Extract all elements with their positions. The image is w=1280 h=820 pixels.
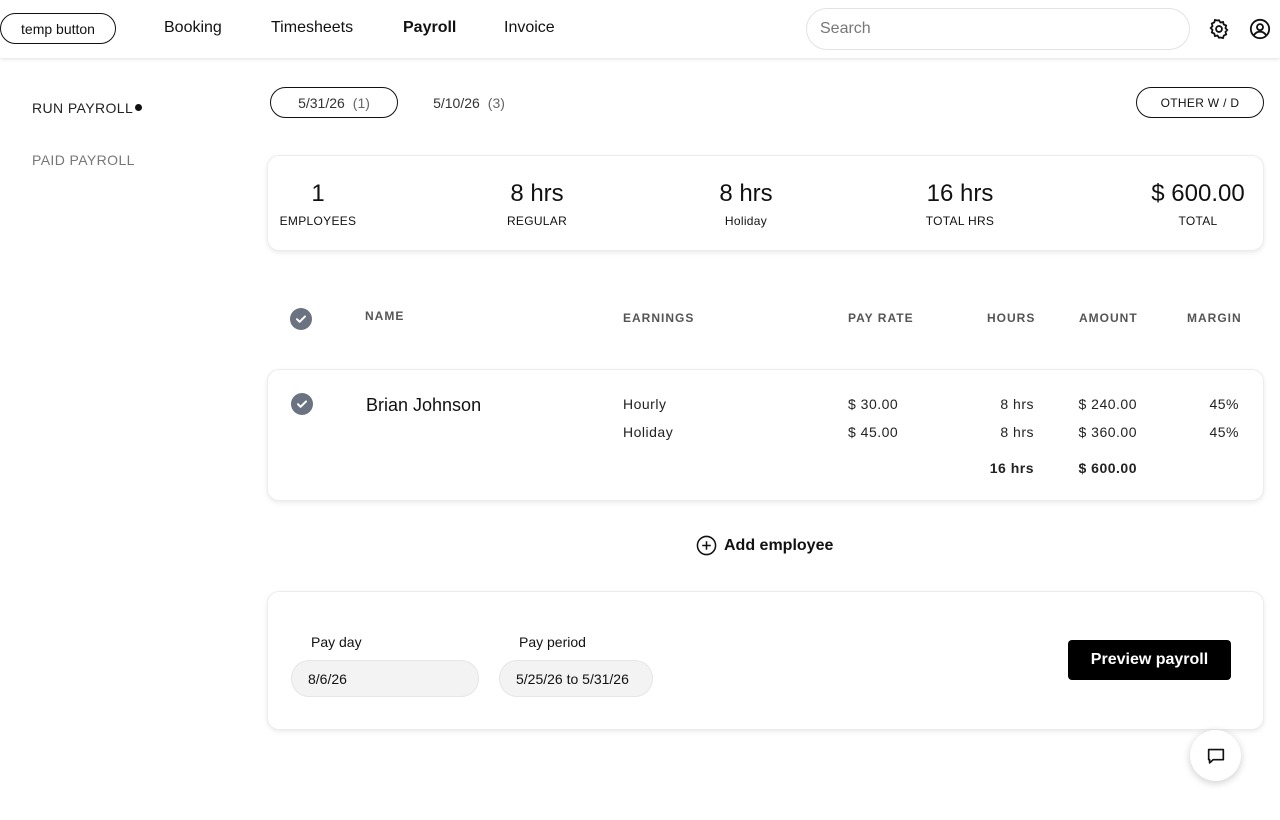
stat-holiday: 8 hrs Holiday — [719, 180, 772, 228]
user-circle-icon[interactable] — [1248, 17, 1272, 41]
header-name: NAME — [365, 309, 405, 323]
active-indicator-dot — [135, 104, 142, 111]
pay-period-field[interactable]: 5/25/26 to 5/31/26 — [499, 660, 653, 697]
pay-period-label: Pay period — [519, 634, 586, 650]
stat-employees: 1 EMPLOYEES — [280, 180, 357, 228]
nav-booking[interactable]: Booking — [164, 19, 222, 37]
date-tab-date: 5/31/26 — [298, 94, 345, 111]
stat-value: 1 — [311, 180, 325, 207]
hours: 8 hrs — [1000, 424, 1034, 440]
employee-name[interactable]: Brian Johnson — [366, 395, 481, 416]
nav-payroll[interactable]: Payroll — [403, 19, 456, 37]
date-tab-5-31-26[interactable]: 5/31/26 (1) — [270, 87, 398, 118]
total-amount: $ 600.00 — [1078, 460, 1137, 476]
amount: $ 360.00 — [1078, 424, 1137, 440]
pay-day-label: Pay day — [311, 634, 362, 650]
select-all-checkbox[interactable] — [290, 308, 312, 330]
row-checkbox[interactable] — [291, 393, 313, 415]
chat-icon — [1207, 748, 1224, 764]
pay-rate: $ 30.00 — [848, 396, 899, 412]
date-tab-date: 5/10/26 — [433, 94, 480, 111]
header-pay-rate: PAY RATE — [848, 311, 914, 325]
stat-total-hrs: 16 hrs TOTAL HRS — [926, 180, 995, 228]
header-margin: MARGIN — [1187, 311, 1242, 325]
stat-label: REGULAR — [506, 214, 568, 228]
chat-button[interactable] — [1190, 730, 1241, 781]
plus-circle-icon — [696, 535, 717, 556]
total-hours: 16 hrs — [989, 460, 1034, 476]
stat-value: 8 hrs — [719, 180, 773, 207]
nav-timesheets[interactable]: Timesheets — [271, 19, 353, 37]
margin: 45% — [1209, 424, 1239, 440]
sidebar-item-run-payroll[interactable]: RUN PAYROLL — [32, 100, 133, 116]
hours: 8 hrs — [1000, 396, 1034, 412]
search-input[interactable] — [806, 8, 1190, 50]
sidebar-item-paid-payroll[interactable]: PAID PAYROLL — [32, 152, 135, 168]
stat-label: TOTAL HRS — [925, 214, 995, 228]
stat-value: 16 hrs — [926, 180, 994, 207]
check-icon — [297, 400, 307, 408]
date-tab-5-10-26[interactable]: 5/10/26 (3) — [424, 87, 514, 118]
header-amount: AMOUNT — [1079, 311, 1138, 325]
check-icon — [296, 315, 306, 323]
add-employee-label: Add employee — [724, 536, 834, 554]
stat-label: TOTAL — [1178, 214, 1218, 228]
date-tab-count: (3) — [487, 94, 505, 111]
header-earnings: EARNINGS — [623, 311, 695, 325]
stat-value: $ 600.00 — [1151, 180, 1245, 207]
earning-type: Holiday — [623, 424, 674, 440]
stat-label: Holiday — [724, 214, 768, 228]
stat-total: $ 600.00 TOTAL — [1151, 180, 1244, 228]
summary-card: 1 EMPLOYEES 8 hrs REGULAR 8 hrs Holiday … — [267, 155, 1264, 251]
header-hours: HOURS — [987, 311, 1036, 325]
add-employee-button[interactable]: Add employee — [696, 535, 833, 556]
date-tab-count: (1) — [352, 94, 370, 111]
temp-button[interactable]: temp button — [0, 13, 116, 44]
preview-payroll-button[interactable]: Preview payroll — [1068, 640, 1231, 680]
top-navbar: temp button Booking Timesheets Payroll I… — [0, 0, 1280, 58]
pay-rate: $ 45.00 — [848, 424, 899, 440]
margin: 45% — [1209, 396, 1239, 412]
stat-value: 8 hrs — [510, 180, 564, 207]
stat-regular: 8 hrs REGULAR — [507, 180, 567, 228]
pay-day-field[interactable]: 8/6/26 — [291, 660, 479, 697]
gear-icon[interactable] — [1207, 17, 1231, 41]
nav-invoice[interactable]: Invoice — [504, 19, 555, 37]
stat-label: EMPLOYEES — [279, 214, 357, 228]
earning-type: Hourly — [623, 396, 667, 412]
amount: $ 240.00 — [1078, 396, 1137, 412]
other-wd-button[interactable]: OTHER W / D — [1136, 87, 1264, 118]
